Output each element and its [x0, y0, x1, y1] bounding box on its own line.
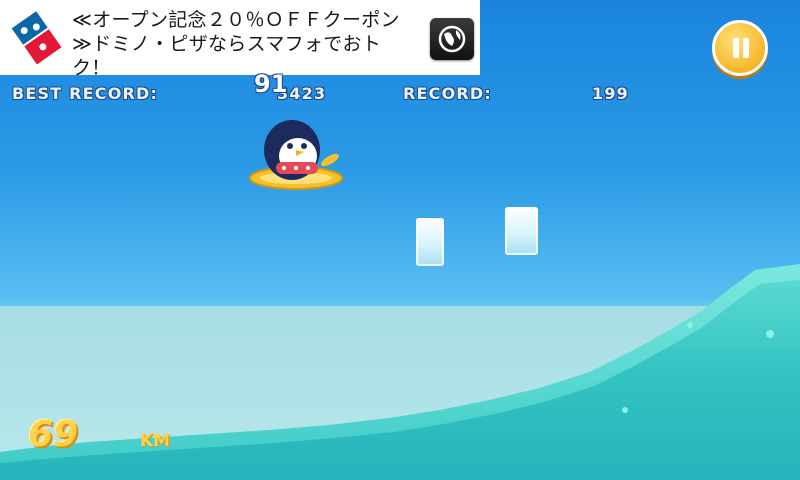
- best-record-label: BEST RECORD:: [12, 84, 159, 103]
- record-value: 199: [592, 84, 629, 103]
- ice-block: [505, 207, 538, 255]
- ad-text[interactable]: ≪オープン記念２０％ＯＦＦクーポン ≫ドミノ・ピザならスマフォでおト ク！: [72, 8, 410, 80]
- distance-unit: KM: [140, 431, 171, 451]
- dominos-logo-icon[interactable]: [6, 7, 66, 67]
- penguin-player: [249, 120, 343, 190]
- pause-icon: [743, 38, 749, 58]
- ad-banner[interactable]: ≪オープン記念２０％ＯＦＦクーポン ≫ドミノ・ピザならスマフォでおト ク！: [0, 0, 480, 79]
- pause-icon: [733, 38, 739, 58]
- combo-counter: 91: [254, 70, 288, 98]
- record-label: RECORD:: [403, 84, 492, 103]
- pause-button[interactable]: [712, 20, 768, 76]
- game-screen[interactable]: ≪オープン記念２０％ＯＦＦクーポン ≫ドミノ・ピザならスマフォでおト ク！ BE…: [0, 0, 800, 480]
- globe-icon[interactable]: [430, 18, 474, 60]
- distance-value: 69: [28, 414, 79, 455]
- ice-block: [416, 218, 444, 266]
